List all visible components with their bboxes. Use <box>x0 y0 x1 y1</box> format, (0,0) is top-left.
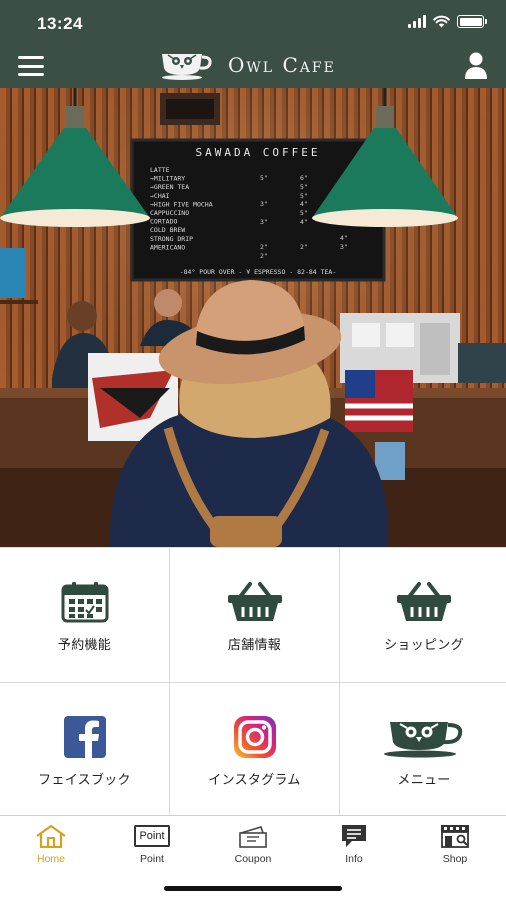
tile-label: 予約機能 <box>57 638 112 653</box>
svg-text:4": 4" <box>300 200 308 208</box>
chalkboard-item: →MILITARY <box>150 175 185 183</box>
svg-text:2": 2" <box>300 243 308 251</box>
tab-label: Home <box>36 853 65 865</box>
chalkboard-item: →HIGH FIVE MOCHA <box>150 200 213 208</box>
coupon-icon <box>239 826 267 848</box>
tab-label: Coupon <box>234 853 272 865</box>
basket-icon <box>227 582 282 621</box>
tile-label: フェイスブック <box>38 773 131 788</box>
tile-facebook[interactable]: フェイスブック <box>0 683 169 817</box>
chalkboard-item: CAPPUCCINO <box>150 209 189 217</box>
wifi-icon <box>433 15 450 28</box>
tab-shop[interactable]: Shop <box>415 823 495 865</box>
home-icon <box>36 824 66 848</box>
status-icons <box>408 15 487 28</box>
svg-text:3": 3" <box>260 218 268 226</box>
facebook-icon <box>63 716 106 758</box>
brand-name: Owl Cafe <box>228 53 336 77</box>
calendar-icon <box>61 582 108 623</box>
info-message-icon <box>342 825 366 847</box>
tile-shopping[interactable]: ショッピング <box>340 548 506 682</box>
tile-label: ショッピング <box>384 638 464 653</box>
svg-text:3": 3" <box>260 200 268 208</box>
tile-store-info[interactable]: 店舗情報 <box>170 548 339 682</box>
svg-text:5": 5" <box>300 183 308 191</box>
svg-text:4": 4" <box>300 218 308 226</box>
tile-label: インスタグラム <box>208 773 301 788</box>
chalkboard-title: SAWADA COFFEE <box>195 146 320 159</box>
cellular-signal-icon <box>408 15 426 28</box>
hero-cafe-photo: SAWADA COFFEE LATTE →MILITARY →GREEN TEA →C… <box>0 88 506 547</box>
chalkboard-item: →CHAI <box>150 192 170 200</box>
chalkboard-item: LATTE <box>150 166 170 174</box>
tile-label: メニュー <box>397 773 451 788</box>
svg-text:5": 5" <box>300 192 308 200</box>
tile-label: 店舗情報 <box>227 638 282 653</box>
tile-reservation[interactable]: 予約機能 <box>0 548 169 682</box>
svg-text:3": 3" <box>340 243 348 251</box>
svg-text:2": 2" <box>260 243 268 251</box>
shopping-basket-icon <box>397 582 451 621</box>
tab-label: Info <box>345 853 363 865</box>
point-card-icon: Point <box>134 825 170 847</box>
svg-text:6": 6" <box>300 174 308 182</box>
chalkboard-item: STRONG DRIP <box>150 235 193 243</box>
home-indicator[interactable] <box>164 886 342 891</box>
tab-label: Point <box>140 853 164 865</box>
hamburger-menu-button[interactable] <box>16 53 46 79</box>
status-bar: 13:24 <box>0 0 506 44</box>
chalkboard-item: CORTADO <box>150 218 177 226</box>
tab-coupon[interactable]: Coupon <box>213 823 293 865</box>
user-icon <box>465 52 487 79</box>
app-header: Owl Cafe <box>0 44 506 88</box>
status-time: 13:24 <box>37 14 83 33</box>
tile-instagram[interactable]: インスタグラム <box>170 683 339 817</box>
tab-point[interactable]: Point Point <box>112 823 192 865</box>
chalkboard-item: →GREEN TEA <box>150 183 189 191</box>
point-card-text: Point <box>139 830 165 842</box>
tile-menu[interactable]: メニュー <box>340 683 506 817</box>
tab-label: Shop <box>442 853 468 865</box>
cafe-cup-icon <box>384 722 463 758</box>
svg-text:2": 2" <box>260 252 268 260</box>
svg-text:5": 5" <box>300 209 308 217</box>
svg-text:4": 4" <box>340 234 348 242</box>
tab-home[interactable]: Home <box>11 823 91 865</box>
shop-icon <box>441 825 469 848</box>
chalkboard-item: COLD BREW <box>150 226 185 234</box>
brand-logo: Owl Cafe <box>158 50 336 80</box>
battery-icon <box>457 15 487 28</box>
tab-info[interactable]: Info <box>314 823 394 865</box>
chalkboard-item: AMERICANO <box>150 243 185 251</box>
account-button[interactable] <box>464 52 488 80</box>
feature-grid: 予約機能 店舗情報 ショッピング フェイスブック インスタグラム メニュー <box>0 547 506 817</box>
owl-cup-logo-icon <box>162 54 212 80</box>
app-top-bar: 13:24 Owl Cafe <box>0 0 506 88</box>
instagram-icon <box>233 716 276 758</box>
chalkboard-footer: -84° POUR OVER - ¥ ESPRESSO - 82-84 TEA- <box>180 268 337 276</box>
svg-text:5": 5" <box>260 174 268 182</box>
cafe-photo: SAWADA COFFEE LATTE→MILITARY→GREEN TEA→C… <box>0 88 506 547</box>
